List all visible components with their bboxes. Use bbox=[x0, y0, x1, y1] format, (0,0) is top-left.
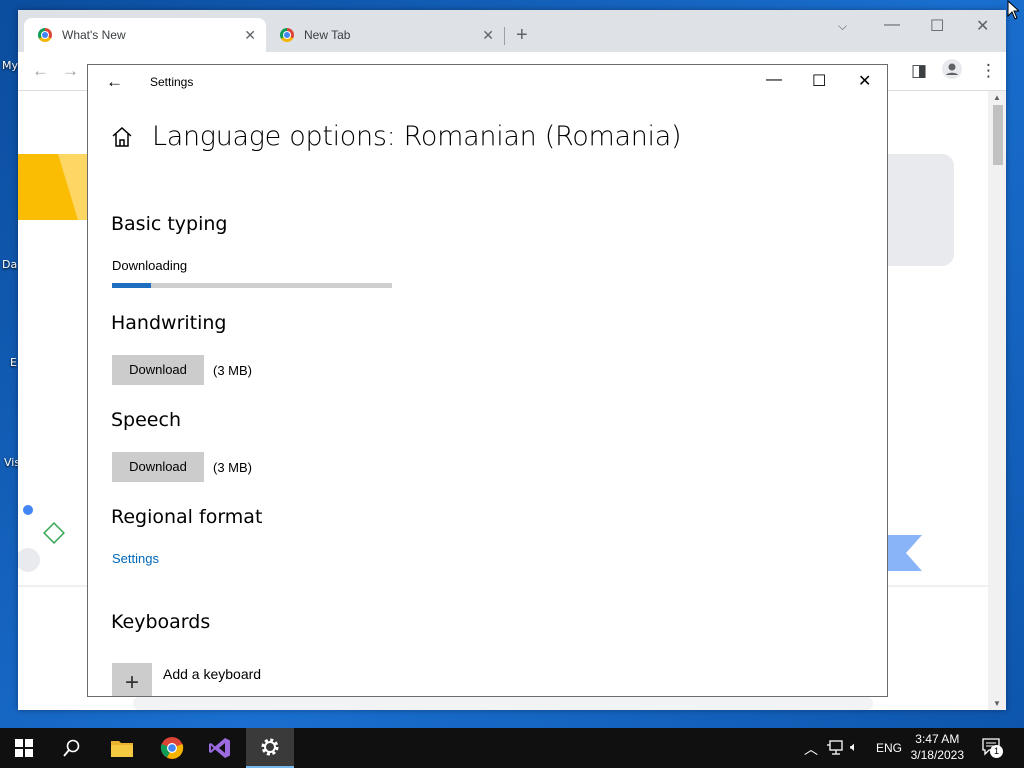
network-icon[interactable] bbox=[826, 740, 844, 756]
show-hidden-icons-icon[interactable]: ︿ bbox=[804, 739, 818, 759]
chrome-icon bbox=[160, 737, 184, 759]
window-title: Settings bbox=[150, 75, 194, 89]
search-button[interactable] bbox=[48, 728, 96, 768]
chrome-taskbar-button[interactable] bbox=[148, 728, 196, 768]
windows-logo-icon bbox=[15, 739, 33, 757]
scroll-up-icon[interactable]: ▲ bbox=[993, 93, 1001, 102]
tab-whats-new[interactable]: What's New ✕ bbox=[24, 18, 266, 52]
language-indicator[interactable]: ENG bbox=[876, 741, 902, 755]
minimize-icon[interactable]: — bbox=[884, 16, 900, 34]
folder-icon bbox=[111, 741, 133, 757]
chrome-favicon-icon bbox=[280, 28, 294, 42]
page-title: Language options: Romanian (Romania) bbox=[152, 121, 682, 152]
back-arrow-icon[interactable]: ← bbox=[106, 72, 123, 92]
settings-window: ← Settings — ☐ ✕ Language options: Roman… bbox=[87, 64, 888, 697]
side-panel-icon[interactable]: ◨ bbox=[911, 61, 927, 81]
close-icon[interactable]: ✕ bbox=[976, 16, 989, 36]
close-tab-icon[interactable]: ✕ bbox=[244, 27, 256, 44]
close-icon[interactable]: ✕ bbox=[858, 71, 871, 91]
tab-search-icon[interactable]: ⌵ bbox=[838, 19, 847, 34]
search-icon bbox=[63, 739, 80, 757]
back-icon[interactable]: ← bbox=[32, 61, 49, 81]
progress-fill bbox=[112, 283, 152, 288]
desktop-icon-label[interactable]: E bbox=[10, 356, 17, 369]
tab-title: What's New bbox=[62, 28, 126, 42]
settings-taskbar-button[interactable] bbox=[246, 728, 294, 768]
add-keyboard-button[interactable]: + bbox=[112, 663, 152, 696]
forward-icon[interactable]: → bbox=[62, 61, 79, 81]
desktop-icon-label[interactable]: Da bbox=[2, 258, 17, 271]
speech-size: (3 MB) bbox=[213, 460, 252, 475]
add-keyboard-label[interactable]: Add a keyboard bbox=[163, 666, 261, 682]
mouse-cursor-icon bbox=[1007, 0, 1019, 20]
minimize-icon[interactable]: — bbox=[766, 71, 782, 89]
tab-separator bbox=[504, 27, 505, 45]
settings-title-bar: ← Settings — ☐ ✕ bbox=[88, 65, 887, 99]
profile-icon[interactable] bbox=[942, 59, 962, 84]
maximize-icon[interactable]: ☐ bbox=[930, 16, 944, 36]
scroll-down-icon[interactable]: ▼ bbox=[993, 699, 1001, 708]
home-icon[interactable] bbox=[110, 125, 134, 149]
file-explorer-button[interactable] bbox=[98, 728, 146, 768]
tab-title: New Tab bbox=[304, 28, 351, 42]
section-title-regional-format: Regional format bbox=[111, 506, 263, 528]
scrollbar-thumb[interactable] bbox=[993, 105, 1003, 165]
chrome-favicon-icon bbox=[38, 28, 52, 42]
page-scrollbar[interactable]: ▲ ▼ bbox=[988, 91, 1006, 710]
section-title-basic-typing: Basic typing bbox=[111, 213, 228, 235]
handwriting-download-button[interactable]: Download bbox=[112, 355, 204, 385]
handwriting-size: (3 MB) bbox=[213, 363, 252, 378]
clock[interactable]: 3:47 AM 3/18/2023 bbox=[911, 731, 964, 763]
section-title-handwriting: Handwriting bbox=[111, 312, 227, 334]
tab-new-tab[interactable]: New Tab ✕ bbox=[266, 18, 504, 52]
speech-download-button[interactable]: Download bbox=[112, 452, 204, 482]
close-tab-icon[interactable]: ✕ bbox=[482, 27, 494, 44]
notification-count-badge: 1 bbox=[990, 745, 1003, 758]
section-title-speech: Speech bbox=[111, 409, 181, 431]
maximize-icon[interactable]: ☐ bbox=[812, 71, 826, 91]
visual-studio-button[interactable] bbox=[196, 728, 244, 768]
volume-icon[interactable]: 🔈︎ bbox=[850, 739, 858, 755]
download-status: Downloading bbox=[112, 258, 188, 273]
chrome-tab-bar: What's New ✕ New Tab ✕ + ⌵ — ☐ ✕ bbox=[18, 10, 1006, 52]
clock-date: 3/18/2023 bbox=[910, 748, 964, 762]
new-tab-button[interactable]: + bbox=[516, 25, 528, 45]
gear-icon bbox=[261, 738, 279, 756]
action-center-button[interactable]: 1 bbox=[982, 738, 1004, 758]
start-button[interactable] bbox=[0, 728, 48, 768]
desktop-icon-label[interactable]: My bbox=[2, 59, 18, 72]
visual-studio-icon bbox=[209, 738, 230, 758]
taskbar: ︿ 🔈︎ ENG 3:47 AM 3/18/2023 1 bbox=[0, 728, 1024, 768]
menu-icon[interactable]: ⋮ bbox=[980, 61, 997, 81]
download-progress-bar bbox=[112, 283, 392, 288]
regional-format-settings-link[interactable]: Settings bbox=[112, 551, 159, 566]
section-title-keyboards: Keyboards bbox=[111, 611, 211, 633]
clock-time: 3:47 AM bbox=[915, 732, 960, 746]
